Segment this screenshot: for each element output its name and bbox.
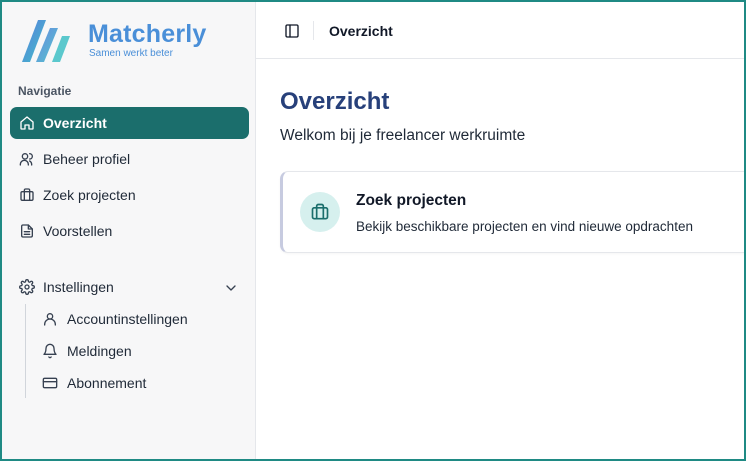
sidebar-subitem-abonnement[interactable]: Abonnement <box>34 368 249 398</box>
credit-card-icon <box>42 375 58 391</box>
submenu-guide-line <box>25 304 26 398</box>
sidebar-toggle-button[interactable] <box>283 22 301 40</box>
logo[interactable]: Matcherly Samen werkt beter <box>16 14 207 66</box>
sidebar-item-label: Voorstellen <box>43 223 113 239</box>
sidebar: Matcherly Samen werkt beter Navigatie Ov… <box>2 2 256 459</box>
bell-icon <box>42 343 58 359</box>
chevron-down-icon[interactable] <box>223 280 239 296</box>
sidebar-item-beheer-profiel[interactable]: Beheer profiel <box>10 143 249 175</box>
sidebar-toggle-icon <box>285 24 299 38</box>
sidebar-subitem-label: Accountinstellingen <box>67 311 188 327</box>
briefcase-icon <box>19 187 35 203</box>
sidebar-item-label: Instellingen <box>43 279 114 295</box>
brand-tagline: Samen werkt beter <box>89 47 173 59</box>
page-title: Overzicht <box>280 88 390 115</box>
sidebar-item-label: Beheer profiel <box>43 151 131 167</box>
topbar-separator <box>313 21 314 40</box>
sidebar-subitem-label: Abonnement <box>67 375 147 391</box>
app-window: Matcherly Samen werkt beter Navigatie Ov… <box>0 0 746 461</box>
document-icon <box>19 223 35 239</box>
sidebar-subitem-label: Meldingen <box>67 343 132 359</box>
card-icon-wrapper <box>300 192 340 232</box>
topbar: Overzicht <box>256 2 744 59</box>
breadcrumb: Overzicht <box>329 23 393 39</box>
briefcase-icon <box>311 203 329 220</box>
main-content: Overzicht Overzicht Welkom bij je freela… <box>256 2 744 459</box>
sidebar-subitem-meldingen[interactable]: Meldingen <box>34 336 249 366</box>
sidebar-item-overzicht[interactable]: Overzicht <box>10 107 249 139</box>
home-icon <box>19 115 35 131</box>
card-description: Bekijk beschikbare projecten en vind nie… <box>356 219 693 234</box>
gear-icon <box>19 279 35 295</box>
sidebar-item-voorstellen[interactable]: Voorstellen <box>10 215 249 247</box>
sidebar-item-label: Overzicht <box>43 115 107 131</box>
sidebar-subitem-accountinstellingen[interactable]: Accountinstellingen <box>34 304 249 334</box>
brand-name: Matcherly <box>88 19 207 48</box>
sidebar-item-label: Zoek projecten <box>43 187 136 203</box>
card-title: Zoek projecten <box>356 192 467 209</box>
page-subtitle: Welkom bij je freelancer werkruimte <box>280 127 526 144</box>
nav-heading: Navigatie <box>18 84 72 98</box>
user-icon <box>42 311 58 327</box>
logo-mark-icon <box>22 20 70 62</box>
sidebar-item-zoek-projecten[interactable]: Zoek projecten <box>10 179 249 211</box>
card-zoek-projecten[interactable]: Zoek projecten Bekijk beschikbare projec… <box>280 171 744 253</box>
users-icon <box>19 151 35 167</box>
sidebar-item-instellingen[interactable]: Instellingen <box>10 271 249 303</box>
